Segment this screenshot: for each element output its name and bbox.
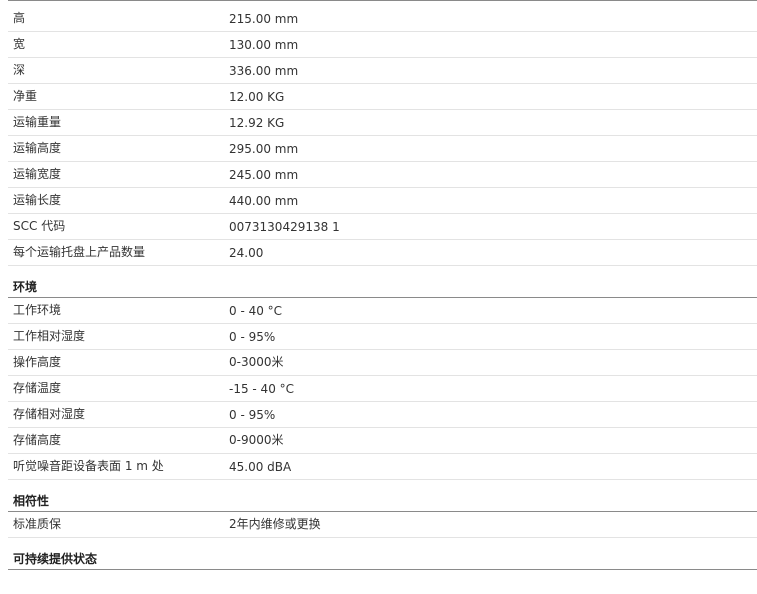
spec-label: 宽 [13,37,26,51]
spec-row-height: 高 215.00 mm [8,1,757,32]
section-heading-sustainability: 可持续提供状态 [8,538,757,570]
spec-row-shipping-length: 运输长度 440.00 mm [8,188,757,214]
spec-label: 标准质保 [13,517,62,531]
spec-label: 操作高度 [13,355,62,369]
spec-row-operating-temperature: 工作环境 0 - 40 °C [8,298,757,324]
spec-value: 0 - 95% [229,408,276,422]
spec-row-storage-humidity: 存储相对湿度 0 - 95% [8,402,757,428]
spec-value: 45.00 dBA [229,460,292,474]
spec-label: 存储相对湿度 [13,407,86,421]
spec-row-depth: 深 336.00 mm [8,58,757,84]
spec-label: 运输宽度 [13,167,62,181]
spec-row-shipping-height: 运输高度 295.00 mm [8,136,757,162]
spec-label: 每个运输托盘上产品数量 [13,245,146,259]
spec-value: 0-3000米 [229,355,284,369]
spec-value: 0073130429138 1 [229,220,340,234]
section-title: 相符性 [13,494,50,508]
spec-value: 0 - 95% [229,330,276,344]
spec-row-acoustic-noise: 听觉噪音距设备表面 1 m 处 45.00 dBA [8,454,757,480]
spec-label: 净重 [13,89,38,103]
spec-row-standard-warranty: 标准质保 2年内维修或更换 [8,512,757,538]
spec-row-operating-altitude: 操作高度 0-3000米 [8,350,757,376]
section-title: 可持续提供状态 [13,552,98,566]
section-heading-environment: 环境 [8,266,757,298]
spec-value: 215.00 mm [229,12,299,26]
spec-value: 245.00 mm [229,168,299,182]
spec-row-scc-code: SCC 代码 0073130429138 1 [8,214,757,240]
spec-label: SCC 代码 [13,219,66,233]
spec-label: 深 [13,63,26,77]
spec-value: 12.00 KG [229,90,285,104]
spec-value: -15 - 40 °C [229,382,295,396]
spec-value: 24.00 [229,246,264,260]
spec-row-storage-temperature: 存储温度 -15 - 40 °C [8,376,757,402]
spec-row-shipping-width: 运输宽度 245.00 mm [8,162,757,188]
specifications-table: 高 215.00 mm 宽 130.00 mm 深 336.00 mm 净重 1… [8,0,757,570]
spec-label: 工作相对湿度 [13,329,86,343]
spec-label: 听觉噪音距设备表面 1 m 处 [13,459,164,473]
spec-label: 运输重量 [13,115,62,129]
spec-label: 运输高度 [13,141,62,155]
spec-row-width: 宽 130.00 mm [8,32,757,58]
spec-label: 存储高度 [13,433,62,447]
spec-value: 12.92 KG [229,116,285,130]
spec-row-storage-altitude: 存储高度 0-9000米 [8,428,757,454]
spec-row-shipping-weight: 运输重量 12.92 KG [8,110,757,136]
spec-value: 440.00 mm [229,194,299,208]
spec-label: 工作环境 [13,303,62,317]
section-title: 环境 [13,280,38,294]
spec-label: 存储温度 [13,381,62,395]
spec-value: 336.00 mm [229,64,299,78]
spec-value: 2年内维修或更换 [229,517,321,531]
spec-row-net-weight: 净重 12.00 KG [8,84,757,110]
spec-label: 运输长度 [13,193,62,207]
spec-value: 295.00 mm [229,142,299,156]
spec-row-operating-humidity: 工作相对湿度 0 - 95% [8,324,757,350]
spec-value: 0-9000米 [229,433,284,447]
spec-row-units-per-pallet: 每个运输托盘上产品数量 24.00 [8,240,757,266]
spec-value: 0 - 40 °C [229,304,283,318]
spec-label: 高 [13,11,26,25]
spec-value: 130.00 mm [229,38,299,52]
section-heading-compliance: 相符性 [8,480,757,512]
